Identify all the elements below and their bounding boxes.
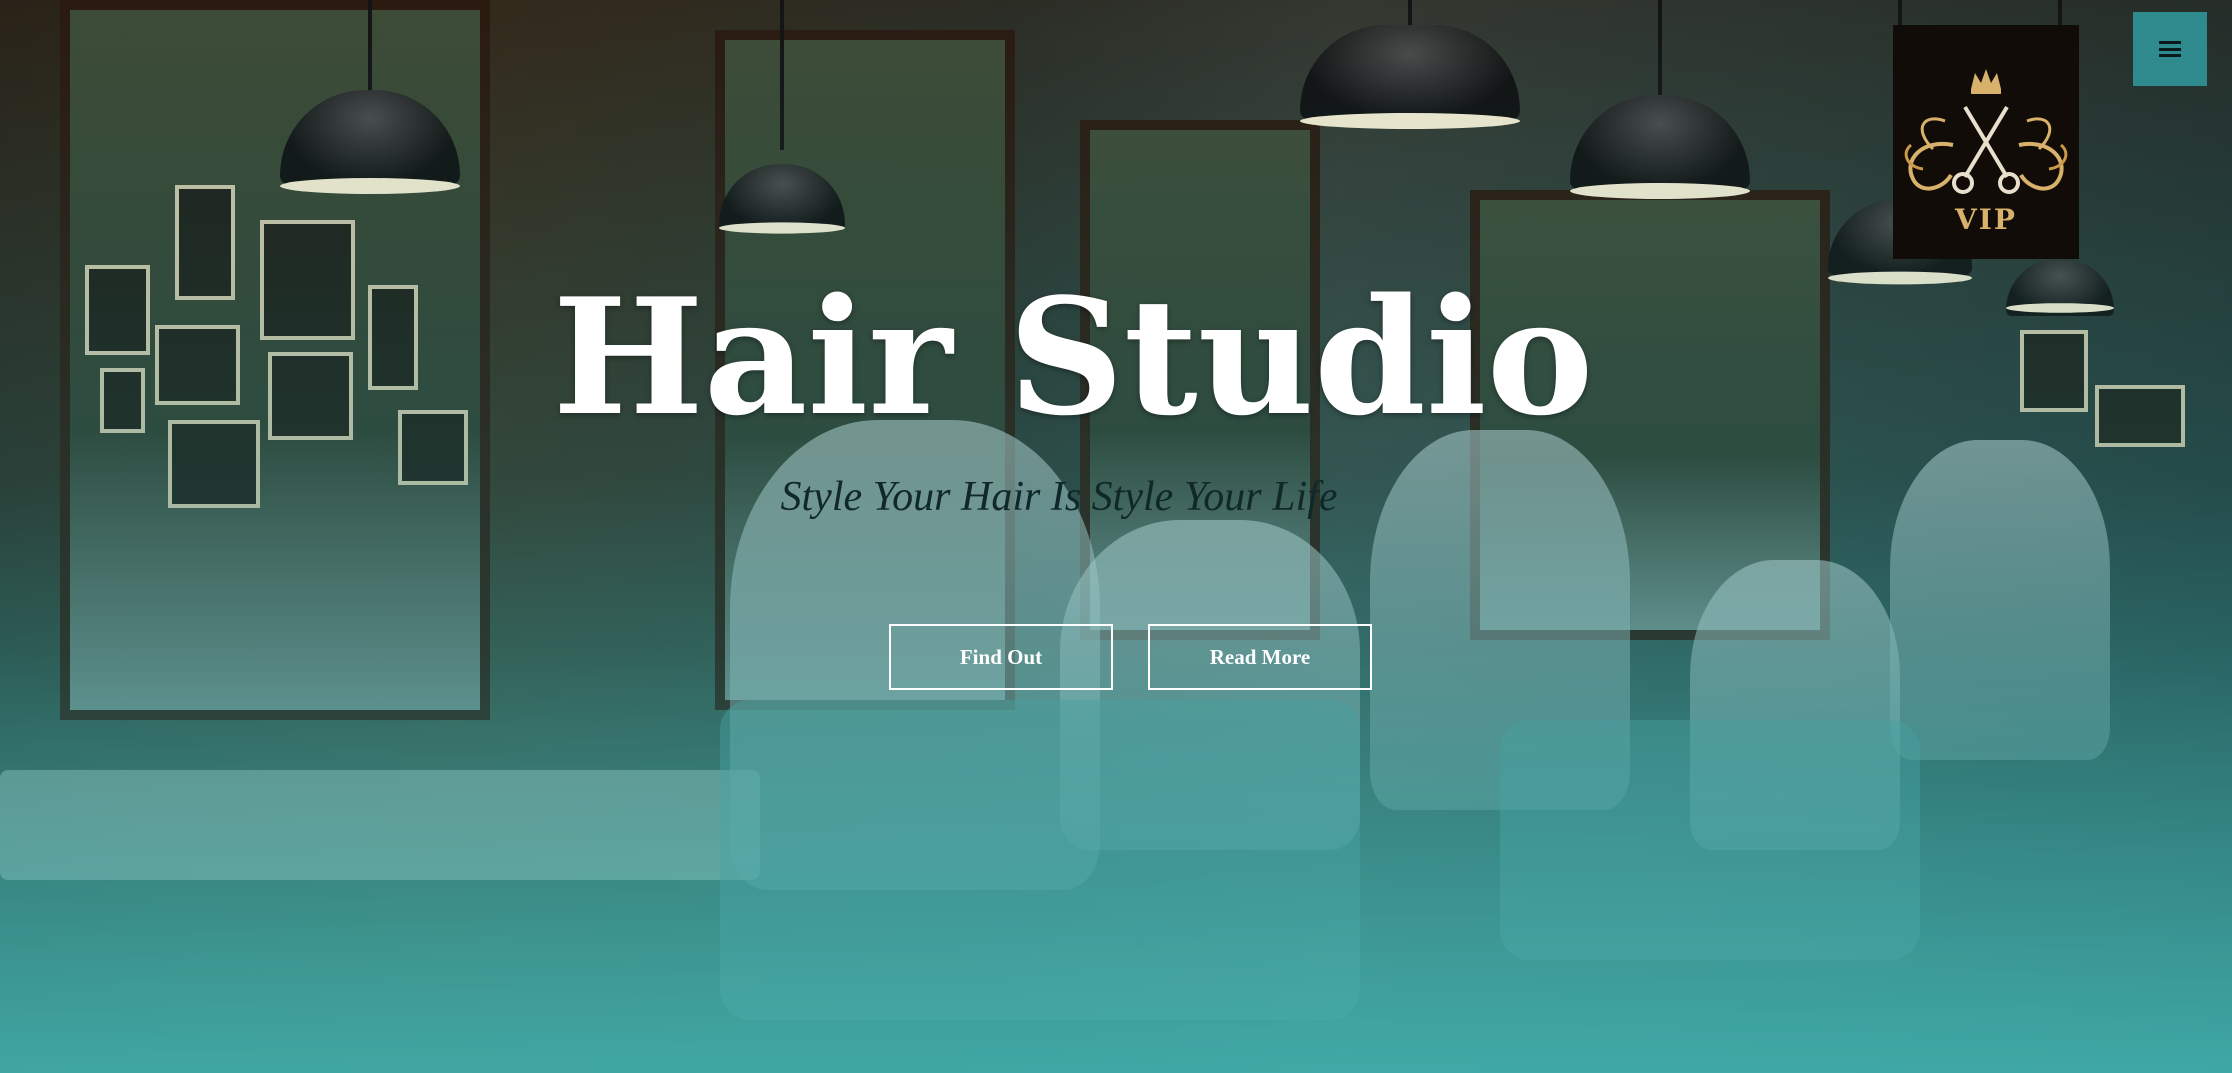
menu-toggle-button[interactable]: [2133, 12, 2207, 86]
find-out-button[interactable]: Find Out: [889, 624, 1113, 690]
hero-subtitle: Style Your Hair Is Style Your Life: [780, 474, 1338, 520]
logo-text: VIP: [1955, 202, 2017, 236]
read-more-button[interactable]: Read More: [1148, 624, 1372, 690]
hero-section: VIP Hair Studio Style Your Hair Is Style…: [0, 0, 2232, 1073]
site-logo[interactable]: VIP: [1893, 25, 2079, 259]
hero-title: Hair Studio: [552, 263, 1594, 451]
crown-scissors-emblem-icon: [1904, 68, 2068, 194]
hamburger-icon: [2159, 41, 2181, 57]
